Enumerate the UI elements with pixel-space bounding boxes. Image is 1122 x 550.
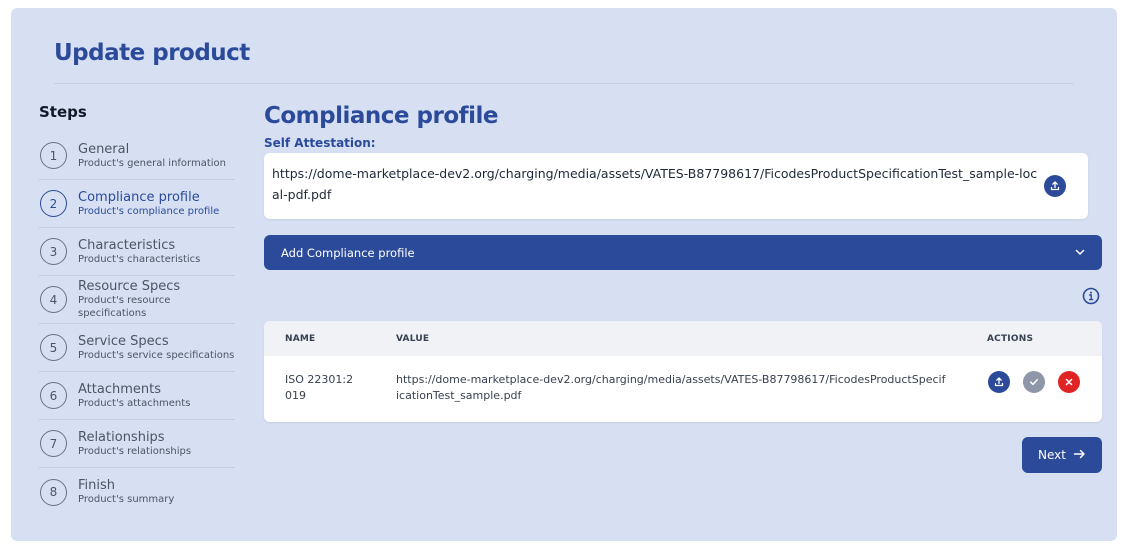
steps-heading: Steps [39,103,87,121]
step-title: Finish [78,478,116,493]
check-icon[interactable] [1023,371,1045,393]
row-name: ISO 22301:2019 [285,373,354,402]
step-title: General [78,141,130,157]
step-number: 6 [40,382,67,409]
step-title: Relationships [78,429,165,445]
upload-icon[interactable] [988,371,1010,393]
step-title: Resource Specs [78,279,181,294]
title-divider [54,83,1073,84]
step-finish[interactable]: 8 Finish Product's summary [39,468,235,516]
step-title: Service Specs [78,333,169,349]
step-compliance-profile[interactable]: 2 Compliance profile Product's complianc… [39,180,235,228]
next-button-label: Next [1038,448,1066,462]
step-subtitle: Product's characteristics [78,253,201,265]
step-number: 2 [40,190,67,217]
step-title: Compliance profile [78,189,200,205]
step-subtitle: Product's service specifications [78,349,235,361]
step-title: Attachments [78,381,161,397]
row-value: https://dome-marketplace-dev2.org/chargi… [396,373,946,402]
upload-icon[interactable] [1044,175,1066,197]
step-number: 7 [40,430,67,457]
step-subtitle: Product's summary [78,494,175,505]
self-attestation-label: Self Attestation: [264,136,376,150]
step-relationships[interactable]: 7 Relationships Product's relationships [39,420,235,468]
compliance-table: NAME VALUE ACTIONS ISO 22301:2019 https:… [264,321,1102,422]
step-subtitle: Product's general information [78,157,227,169]
next-button[interactable]: Next [1022,437,1102,473]
chevron-down-icon [1074,243,1086,262]
close-icon[interactable] [1058,371,1080,393]
row-actions [988,371,1080,393]
add-compliance-profile-label: Add Compliance profile [281,245,415,260]
update-product-panel: Update product Steps 1 General Product's… [11,8,1117,541]
step-subtitle: Product's attachments [78,397,191,409]
step-number: 8 [40,478,67,506]
step-number: 3 [40,238,67,265]
self-attestation-url: https://dome-marketplace-dev2.org/chargi… [272,166,1038,202]
step-characteristics[interactable]: 3 Characteristics Product's characterist… [39,228,235,276]
step-attachments[interactable]: 6 Attachments Product's attachments [39,372,235,420]
steps-list: 1 General Product's general information … [39,132,235,516]
add-compliance-profile-toggle[interactable]: Add Compliance profile [264,235,1102,270]
step-number: 1 [40,142,67,169]
step-title: Characteristics [78,237,176,253]
step-number: 5 [40,334,67,361]
step-resource-specs[interactable]: 4 Resource Specs Product's resource spec… [39,276,235,324]
page-title: Update product [54,40,250,66]
section-title: Compliance profile [264,103,499,129]
table-header: NAME VALUE ACTIONS [264,321,1102,356]
self-attestation-field: https://dome-marketplace-dev2.org/chargi… [264,153,1088,219]
step-number: 4 [40,286,67,313]
header-actions: ACTIONS [987,334,1034,344]
step-service-specs[interactable]: 5 Service Specs Product's service specif… [39,324,235,372]
step-subtitle: Product's compliance profile [78,205,220,217]
info-icon[interactable] [1082,287,1100,309]
header-value: VALUE [396,334,430,344]
arrow-right-icon [1073,448,1086,463]
header-name: NAME [285,334,316,344]
step-subtitle: Product's relationships [78,445,192,457]
step-subtitle: Product's resource specifications [78,295,171,319]
step-general[interactable]: 1 General Product's general information [39,132,235,180]
